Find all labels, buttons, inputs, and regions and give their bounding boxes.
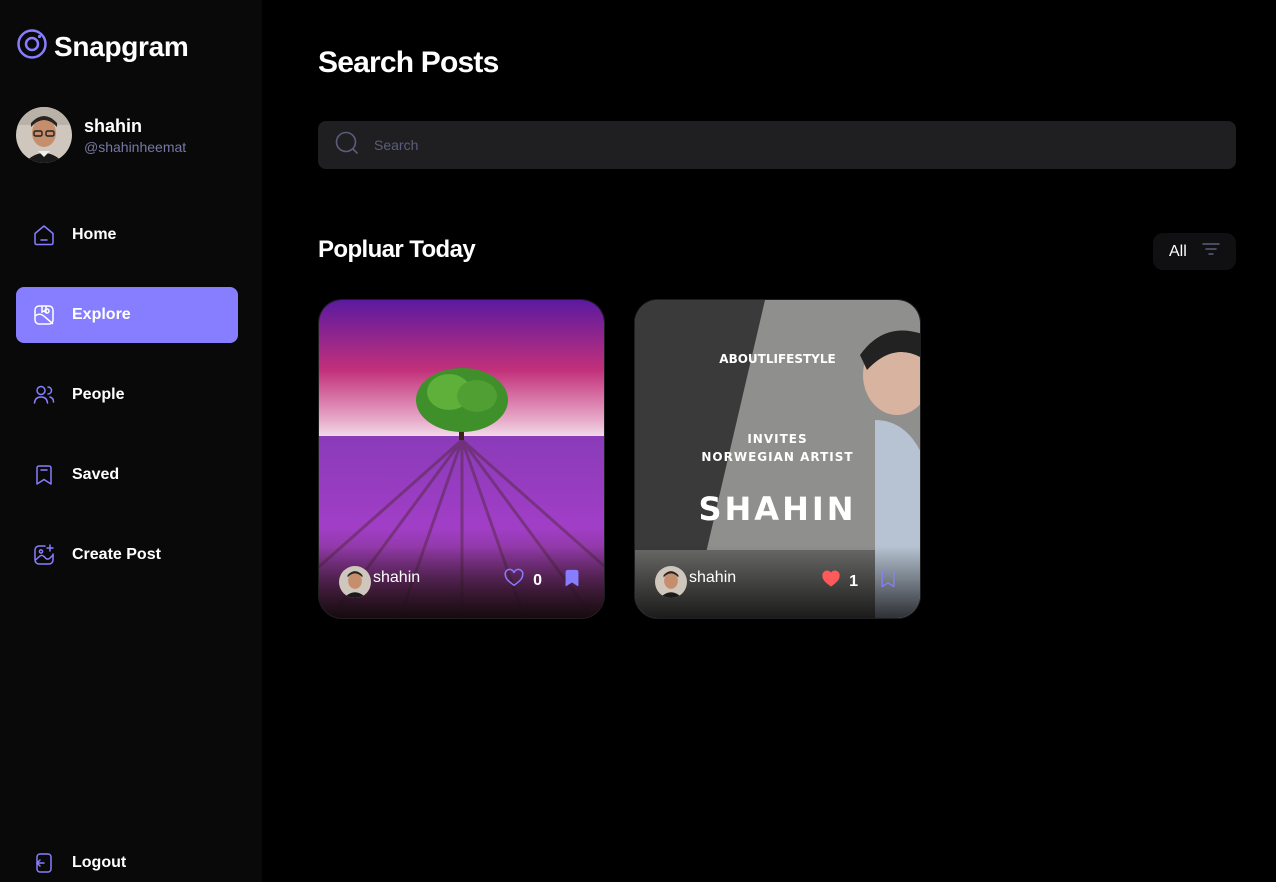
post-author[interactable]: shahin [655,566,736,598]
profile-name: shahin [84,116,143,136]
logout-icon [32,851,56,875]
search-bar[interactable] [318,121,1236,169]
section-title: Popluar Today [318,236,476,263]
poster-invites: INVITES [747,432,808,446]
post-author-name: shahin [689,569,737,586]
post-author[interactable]: shahin [339,566,420,598]
filter-label: All [1169,242,1187,260]
post-stats: 1 [821,569,900,594]
app-logo[interactable]: Snapgram [16,28,189,65]
app-name: Snapgram [54,30,189,62]
sidebar-item-label: Create Post [72,546,161,563]
page-title: Search Posts [318,46,499,79]
like-count: 1 [849,572,858,590]
left-sidebar: Snapgram shahin @shahinheemat Home Explo… [0,0,262,882]
post-stats: 0 [503,567,584,594]
sidebar-item-people[interactable]: People [16,367,238,423]
avatar [339,566,371,598]
heart-outline-icon [503,567,525,594]
sidebar-nav: Home Explore People Saved Create Post [16,207,238,607]
bookmark-icon [878,569,898,594]
sidebar-item-label: People [72,386,125,403]
camera-logo-icon [16,28,48,65]
logout-button[interactable]: Logout [32,851,126,875]
posts-grid: shahin 0 ABOUTLIFESTYLE INVITES NORWEGIA… [318,299,921,619]
post-card[interactable]: shahin 0 [318,299,605,619]
search-input[interactable] [374,137,1174,153]
profile-card[interactable]: shahin @shahinheemat [16,107,186,163]
logout-label: Logout [72,854,127,871]
avatar [16,107,72,163]
bookmark-filled-icon [562,568,582,593]
main-content: Search Posts Popluar Today All [262,0,1276,882]
sidebar-item-label: Home [72,226,117,243]
sidebar-item-saved[interactable]: Saved [16,447,238,503]
heart-filled-icon [821,569,841,594]
app-root: Snapgram shahin @shahinheemat Home Explo… [0,0,1276,882]
sidebar-item-home[interactable]: Home [16,207,238,263]
bookmark-icon [32,463,56,487]
gallery-add-icon [32,543,56,567]
poster-brand: ABOUTLIFESTYLE [719,352,836,366]
sidebar-item-label: Saved [72,466,120,483]
filter-button[interactable]: All [1153,233,1236,270]
post-author-name: shahin [373,569,421,586]
people-icon [32,383,56,407]
home-icon [32,223,56,247]
filter-icon [1201,239,1221,264]
profile-handle: @shahinheemat [84,139,187,155]
save-button[interactable] [876,570,900,594]
sidebar-item-create-post[interactable]: Create Post [16,527,238,583]
like-button[interactable]: 1 [821,569,858,594]
sidebar-item-label: Explore [72,306,131,323]
sidebar-item-explore[interactable]: Explore [16,287,238,343]
save-button[interactable] [560,569,584,593]
poster-subtitle: NORWEGIAN ARTIST [701,450,854,464]
like-button[interactable]: 0 [503,567,542,594]
explore-icon [32,303,56,327]
poster-headline: SHAHIN [698,490,857,528]
like-count: 0 [533,571,542,589]
search-icon [334,130,360,161]
avatar [655,566,687,598]
post-card[interactable]: ABOUTLIFESTYLE INVITES NORWEGIAN ARTIST … [634,299,921,619]
